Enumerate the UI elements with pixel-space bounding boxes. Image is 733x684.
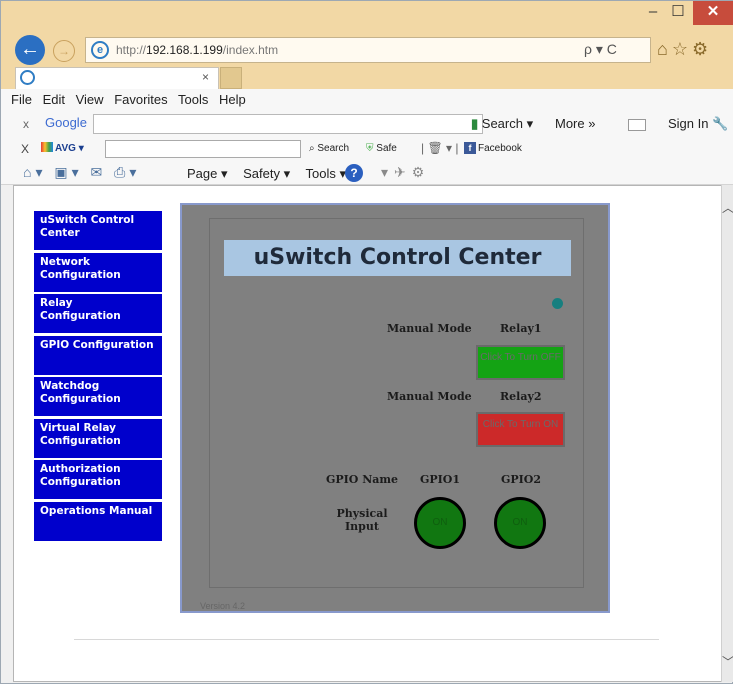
tab-close-button[interactable]: × bbox=[202, 70, 209, 84]
page-menu[interactable]: Page ▾ bbox=[187, 166, 228, 181]
wrench-icon[interactable]: 🔧 bbox=[712, 116, 728, 131]
menu-bar: File Edit View Favorites Tools Help bbox=[11, 92, 253, 107]
relay2-toggle-button[interactable]: Click To Turn ON bbox=[476, 412, 565, 447]
control-center-frame: uSwitch Control Center Manual Mode Relay… bbox=[209, 218, 584, 588]
sidebar-item-authorization[interactable]: Authorization Configuration bbox=[34, 460, 162, 499]
toolbars: File Edit View Favorites Tools Help x Go… bbox=[1, 89, 733, 185]
research-settings-icons[interactable]: ▾✈⚙ bbox=[381, 164, 430, 181]
menu-help[interactable]: Help bbox=[219, 92, 246, 107]
command-bar: ⌂▾ ▣▾ ✉ ⎙▾ Page ▾ Safety ▾ Tools ▾ ? ▾✈⚙ bbox=[1, 161, 733, 185]
avg-search-input[interactable] bbox=[105, 140, 301, 158]
sidebar-item-watchdog[interactable]: Watchdog Configuration bbox=[34, 377, 162, 416]
relay1-toggle-button[interactable]: Click To Turn OFF bbox=[476, 345, 565, 380]
relay2-name-label: Relay2 bbox=[500, 390, 542, 403]
new-tab-button[interactable] bbox=[220, 67, 242, 89]
avg-safe-button[interactable]: ⛨ Safe bbox=[366, 143, 397, 154]
sidebar-item-operations-manual[interactable]: Operations Manual bbox=[34, 501, 162, 541]
sidebar-item-control-center[interactable]: uSwitch Control Center bbox=[34, 211, 162, 250]
ie-logo-icon: e bbox=[91, 41, 109, 59]
relay2-mode-label: Manual Mode bbox=[387, 390, 472, 403]
command-bar-icons[interactable]: ⌂▾ ▣▾ ✉ ⎙▾ bbox=[23, 164, 140, 181]
sidebar-item-relay[interactable]: Relay Configuration bbox=[34, 294, 162, 333]
home-favorites-settings-icons[interactable]: ⌂☆⚙ bbox=[657, 39, 712, 60]
google-toolbar-close[interactable]: x bbox=[23, 117, 29, 131]
command-bar-menus: Page ▾ Safety ▾ Tools ▾ bbox=[187, 166, 358, 182]
scroll-down-icon[interactable]: ﹀ bbox=[722, 653, 733, 670]
gpio2-name: GPIO2 bbox=[501, 473, 542, 486]
gpio1-state-indicator: ON bbox=[414, 497, 466, 549]
menu-edit[interactable]: Edit bbox=[43, 92, 65, 107]
avg-toolbar: X AVG ▾ ⌕ Search ⛨ Safe | 🗑 ▾ | f Faceboo… bbox=[1, 137, 733, 161]
avg-logo[interactable]: AVG ▾ bbox=[41, 142, 84, 154]
search-refresh-icons[interactable]: ρ ▾ C bbox=[584, 41, 617, 58]
shield-icon: ⛨ bbox=[366, 143, 374, 154]
sidebar-nav: uSwitch Control Center Network Configura… bbox=[34, 211, 162, 543]
gpio-name-header: GPIO Name bbox=[326, 473, 399, 486]
google-search-input[interactable] bbox=[93, 114, 483, 134]
tab-current[interactable]: × bbox=[15, 67, 219, 89]
navigation-bar: ← → e http://192.168.1.199/index.htm ρ ▾… bbox=[1, 33, 733, 67]
menu-view[interactable]: View bbox=[76, 92, 104, 107]
relay1-name-label: Relay1 bbox=[500, 322, 542, 335]
facebook-icon: f bbox=[464, 142, 476, 154]
avg-search-button[interactable]: ⌕ Search bbox=[309, 143, 349, 154]
help-icon[interactable]: ? bbox=[345, 164, 363, 182]
ie-tab-icon bbox=[20, 70, 35, 85]
sidebar-item-network[interactable]: Network Configuration bbox=[34, 252, 162, 292]
sidebar-item-gpio[interactable]: GPIO Configuration bbox=[34, 335, 162, 375]
avg-facebook-button[interactable]: f Facebook bbox=[464, 142, 522, 154]
footer-divider bbox=[74, 639, 659, 640]
status-indicator bbox=[552, 298, 563, 309]
google-more-button[interactable]: More » bbox=[555, 116, 595, 131]
browser-window: – ☐ ✕ ← → e http://192.168.1.199/index.h… bbox=[0, 0, 733, 684]
relay1-mode-label: Manual Mode bbox=[387, 322, 472, 335]
maximize-button[interactable]: ☐ bbox=[666, 1, 690, 25]
google-search-button[interactable]: ▮ Search ▾ bbox=[471, 116, 533, 132]
scroll-up-icon[interactable]: ︿ bbox=[722, 199, 733, 216]
forward-button[interactable]: → bbox=[53, 40, 75, 62]
gpio1-name: GPIO1 bbox=[420, 473, 461, 486]
avg-logo-icon bbox=[41, 142, 53, 152]
avg-toolbar-close[interactable]: X bbox=[21, 142, 29, 156]
trash-icon[interactable]: | 🗑 ▾ | bbox=[421, 141, 459, 155]
menu-favorites[interactable]: Favorites bbox=[114, 92, 167, 107]
vertical-scrollbar[interactable]: ︿ ﹀ bbox=[721, 185, 733, 682]
safety-menu[interactable]: Safety ▾ bbox=[243, 166, 290, 181]
sidebar-item-virtual-relay[interactable]: Virtual Relay Configuration bbox=[34, 418, 162, 458]
gpio2-state-indicator: ON bbox=[494, 497, 546, 549]
page-title: uSwitch Control Center bbox=[224, 240, 571, 276]
menu-file[interactable]: File bbox=[11, 92, 32, 107]
back-button[interactable]: ← bbox=[15, 35, 45, 65]
google-toolbar: x Google ▮ Search ▾ More » Sign In 🔧 bbox=[1, 111, 733, 137]
physical-input-label: Physical Input bbox=[336, 507, 388, 533]
google-sign-in[interactable]: Sign In 🔧 bbox=[668, 116, 728, 132]
address-bar[interactable]: e http://192.168.1.199/index.htm ρ ▾ C bbox=[85, 37, 651, 63]
minimize-button[interactable]: – bbox=[641, 1, 665, 25]
title-bar: – ☐ ✕ bbox=[1, 1, 733, 33]
version-label: Version 4.2 bbox=[200, 601, 246, 611]
page-viewport: uSwitch Control Center Network Configura… bbox=[13, 185, 721, 682]
menu-tools[interactable]: Tools bbox=[178, 92, 208, 107]
control-center-panel: uSwitch Control Center Manual Mode Relay… bbox=[180, 203, 610, 613]
google-toggle[interactable] bbox=[628, 119, 646, 131]
close-window-button[interactable]: ✕ bbox=[693, 1, 733, 25]
google-search-icon: ▮ bbox=[471, 116, 479, 131]
tools-menu[interactable]: Tools ▾ bbox=[306, 166, 347, 181]
google-logo: Google bbox=[45, 115, 87, 130]
tab-bar: × bbox=[1, 67, 733, 89]
url-text[interactable]: http://192.168.1.199/index.htm bbox=[116, 43, 278, 57]
